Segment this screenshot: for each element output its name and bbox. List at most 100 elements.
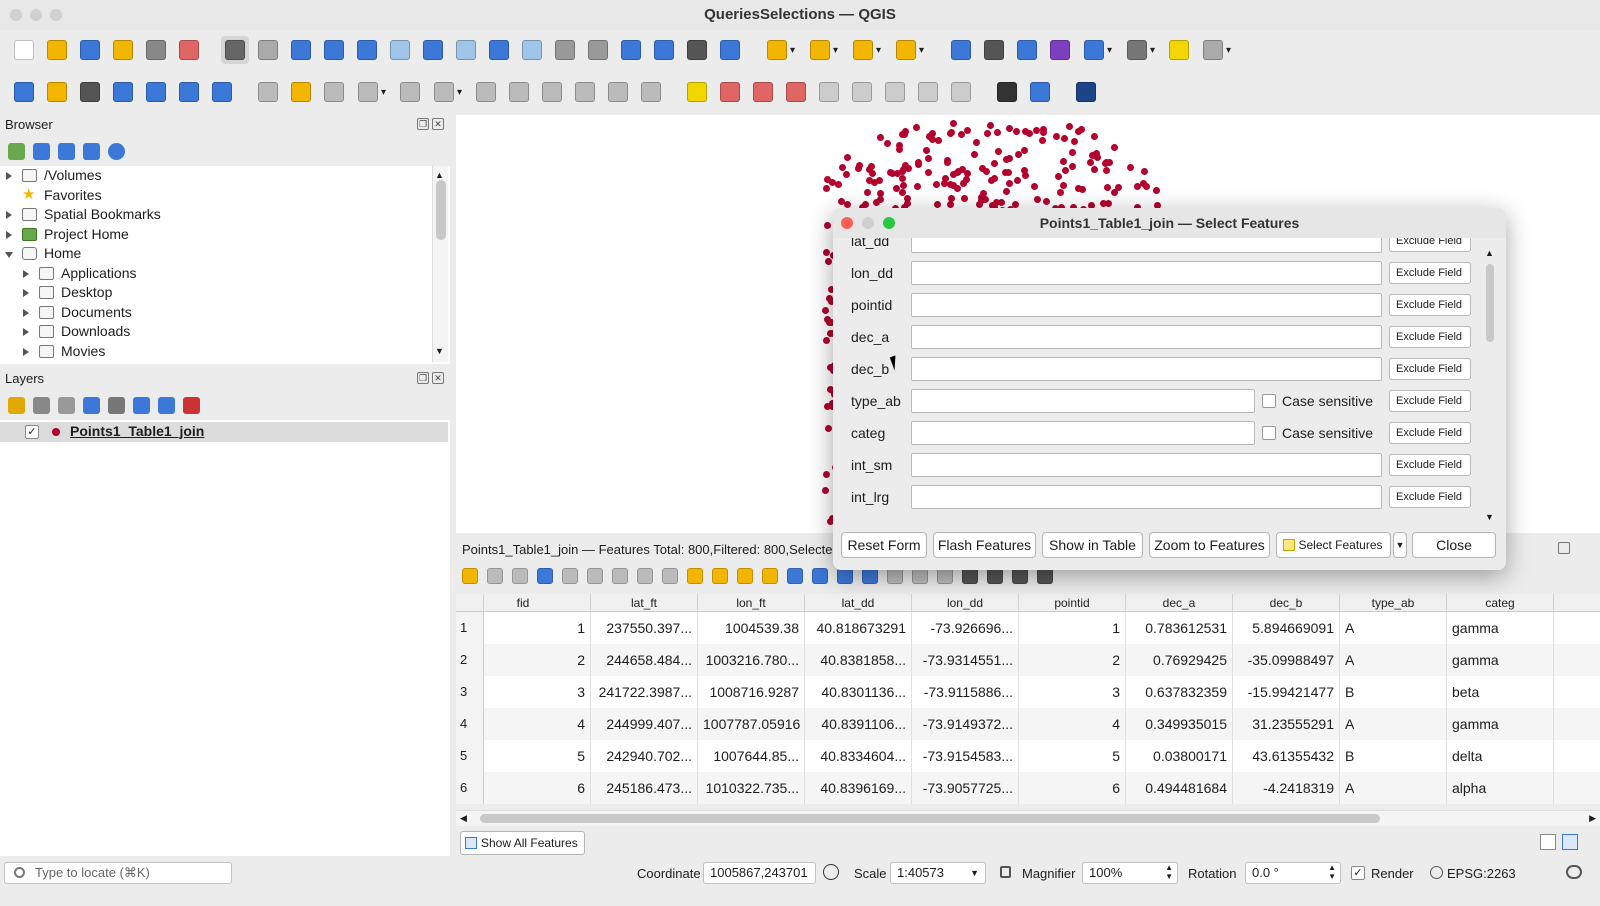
statistics-icon[interactable]: [1046, 36, 1074, 64]
style-manager-icon[interactable]: [8, 396, 25, 414]
new-shapefile-icon[interactable]: [76, 78, 104, 106]
table-cell-lon_ft[interactable]: 1007644.85...: [698, 740, 805, 772]
table-cell-type_ab[interactable]: A: [1340, 772, 1447, 804]
table-cell-dec_b[interactable]: -4.2418319: [1233, 772, 1340, 804]
toggle-editing-icon[interactable]: [287, 78, 315, 106]
collapsed-arrow-icon[interactable]: [6, 211, 12, 219]
field-input-dec_a[interactable]: [911, 325, 1382, 349]
browser-item[interactable]: Spatial Bookmarks: [0, 205, 432, 225]
new-mesh-icon[interactable]: [208, 78, 236, 106]
select-all-icon[interactable]: [712, 568, 728, 584]
new-geopackage-icon[interactable]: [43, 78, 71, 106]
refresh-icon[interactable]: [33, 142, 50, 160]
table-cell-dec_b[interactable]: -15.99421477: [1233, 676, 1340, 708]
exclude-field-dropdown[interactable]: Exclude Field: [1389, 390, 1471, 412]
visibility-icon[interactable]: [58, 396, 75, 414]
zoom-in-icon[interactable]: [287, 36, 315, 64]
exclude-field-dropdown[interactable]: Exclude Field: [1389, 454, 1471, 476]
table-cell-type_ab[interactable]: A: [1340, 644, 1447, 676]
form-view-icon[interactable]: [1540, 834, 1556, 850]
field-input-int_sm[interactable]: [911, 453, 1382, 477]
table-cell-lon_ft[interactable]: 1003216.780...: [698, 644, 805, 676]
zoom-to-features-button[interactable]: Zoom to Features: [1149, 532, 1270, 558]
browser-item[interactable]: Project Home: [0, 225, 432, 245]
table-cell-lon_dd[interactable]: -73.9314551...: [912, 644, 1019, 676]
select-features-button[interactable]: Select Features: [1276, 532, 1391, 558]
magnifier-spinbox[interactable]: 100% ▲ ▼: [1082, 862, 1178, 884]
column-header-lon_ft[interactable]: lon_ft: [698, 594, 805, 612]
collapsed-arrow-icon[interactable]: [6, 230, 12, 239]
table-cell-dec_a[interactable]: 0.783612531: [1126, 612, 1233, 644]
table-cell-lat_dd[interactable]: 40.8391106...: [805, 708, 912, 740]
table-cell-dec_a[interactable]: 0.637832359: [1126, 676, 1233, 708]
cut-features-icon[interactable]: [505, 78, 533, 106]
table-cell-pointid[interactable]: 6: [1019, 772, 1126, 804]
column-header-lon_dd[interactable]: lon_dd: [912, 594, 1019, 612]
window-minimize-button[interactable]: [30, 9, 42, 21]
organize-columns-icon[interactable]: [937, 568, 953, 584]
table-cell-categ[interactable]: beta: [1447, 676, 1554, 708]
expanded-arrow-icon[interactable]: [5, 252, 13, 258]
table-cell-fid[interactable]: 2: [484, 644, 591, 676]
table-cell-categ[interactable]: gamma: [1447, 644, 1554, 676]
deselect-all-icon[interactable]: [762, 568, 778, 584]
table-row[interactable]: 5 5 242940.702... 1007644.85... 40.8334604..…: [456, 740, 1600, 772]
row-number[interactable]: 6: [456, 772, 484, 804]
measure-icon[interactable]: ▾: [1122, 36, 1160, 64]
settings-icon[interactable]: ▾: [1198, 36, 1236, 64]
coordinate-field[interactable]: 1005867,243701: [703, 862, 816, 884]
collapsed-arrow-icon[interactable]: [23, 289, 29, 297]
vertex-tool-icon[interactable]: [396, 78, 424, 106]
messages-icon[interactable]: [1566, 865, 1582, 879]
field-input-type_ab[interactable]: [911, 389, 1255, 413]
actions-icon[interactable]: [1012, 568, 1028, 584]
table-cell-lat_ft[interactable]: 244999.407...: [591, 708, 698, 740]
rotate-label-icon[interactable]: [914, 78, 942, 106]
column-header-categ[interactable]: categ: [1447, 594, 1554, 612]
table-row[interactable]: 2 2 244658.484... 1003216.780... 40.8381858.…: [456, 644, 1600, 676]
float-panel-icon[interactable]: ❐: [417, 118, 429, 130]
save-project-icon[interactable]: [76, 36, 104, 64]
table-cell-lon_ft[interactable]: 1007787.05916: [698, 708, 805, 740]
exclude-field-dropdown[interactable]: Exclude Field: [1389, 422, 1471, 444]
collapsed-arrow-icon[interactable]: [23, 269, 29, 278]
row-number[interactable]: 4: [456, 708, 484, 740]
table-cell-fid[interactable]: 6: [484, 772, 591, 804]
browser-item[interactable]: ★ Favorites: [0, 186, 432, 206]
delete-field-icon[interactable]: [912, 568, 928, 584]
row-number[interactable]: 2: [456, 644, 484, 676]
close-button[interactable]: Close: [1412, 532, 1496, 558]
table-cell-type_ab[interactable]: A: [1340, 612, 1447, 644]
table-cell-lon_dd[interactable]: -73.9115886...: [912, 676, 1019, 708]
select-mode-dropdown[interactable]: ▼: [1393, 532, 1407, 558]
render-checkbox[interactable]: ✓: [1351, 866, 1365, 880]
cut-icon[interactable]: [612, 568, 628, 584]
layer-item[interactable]: ✓ Points1_Table1_join: [0, 422, 448, 442]
refresh-icon[interactable]: [716, 36, 744, 64]
table-cell-lat_ft[interactable]: 242940.702...: [591, 740, 698, 772]
column-header-type_ab[interactable]: type_ab: [1340, 594, 1447, 612]
exclude-field-dropdown[interactable]: Exclude Field: [1389, 486, 1471, 508]
expression-select-icon[interactable]: [687, 568, 703, 584]
select-features-icon[interactable]: ▾: [762, 36, 800, 64]
new-3d-view-icon[interactable]: [584, 36, 612, 64]
flash-features-button[interactable]: Flash Features: [933, 532, 1036, 558]
row-number[interactable]: 3: [456, 676, 484, 708]
table-cell-type_ab[interactable]: B: [1340, 740, 1447, 772]
show-bookmarks-icon[interactable]: [650, 36, 678, 64]
table-cell-type_ab[interactable]: B: [1340, 676, 1447, 708]
dialog-zoom-button[interactable]: [883, 217, 895, 229]
case-sensitive-checkbox[interactable]: [1262, 394, 1276, 408]
zoom-next-icon[interactable]: [518, 36, 546, 64]
field-input-dec_b[interactable]: [911, 357, 1382, 381]
paste-features-icon[interactable]: [571, 78, 599, 106]
save-edits-icon[interactable]: [320, 78, 348, 106]
open-field-calculator-icon[interactable]: ▾: [1079, 36, 1117, 64]
dialog-scrollbar[interactable]: ▲ ▼: [1482, 246, 1498, 526]
dialog-minimize-button[interactable]: [862, 217, 874, 229]
table-cell-fid[interactable]: 1: [484, 612, 591, 644]
table-cell-dec_b[interactable]: 43.61355432: [1233, 740, 1340, 772]
table-cell-fid[interactable]: 4: [484, 708, 591, 740]
table-cell-categ[interactable]: gamma: [1447, 612, 1554, 644]
select-location-icon[interactable]: ▾: [891, 36, 929, 64]
